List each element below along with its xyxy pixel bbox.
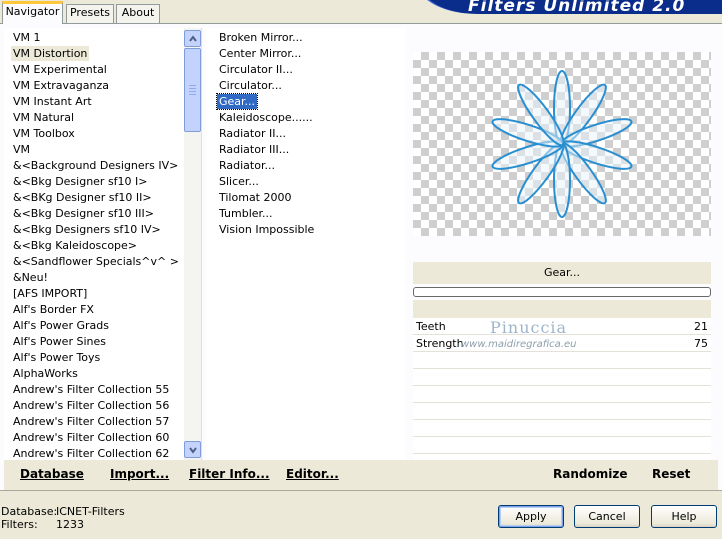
randomize-button[interactable]: Randomize (553, 467, 627, 481)
category-scrollbar[interactable] (184, 28, 201, 460)
category-item[interactable]: AlphaWorks (11, 366, 80, 381)
filter-item[interactable]: Radiator II... (217, 126, 288, 141)
category-item[interactable]: VM Experimental (11, 62, 109, 77)
param-value: 21 (694, 320, 708, 333)
filter-info-label: Filter Info... (189, 467, 270, 481)
filters-count-value: 1233 (56, 518, 84, 531)
import-label: Import... (110, 467, 170, 481)
category-item[interactable]: Alf's Border FX (11, 302, 96, 317)
param-row-empty (413, 352, 711, 369)
help-button[interactable]: Help (651, 505, 717, 528)
filter-item[interactable]: Center Mirror... (217, 46, 303, 61)
category-item[interactable]: &<Bkg Designer sf10 III> (11, 206, 156, 221)
current-filter-name: Gear... (413, 262, 711, 284)
watermark-name: Pinuccia (490, 318, 568, 337)
watermark-url: www.maidiregrafica.eu (461, 339, 577, 350)
category-item[interactable]: &<Bkg Designer sf10 I> (11, 174, 150, 189)
param-name: Teeth (416, 320, 446, 333)
filter-item[interactable]: Radiator... (217, 158, 277, 173)
filters-count-label: Filters: (1, 518, 38, 531)
scroll-down-button[interactable] (184, 441, 201, 458)
category-item[interactable]: Andrew's Filter Collection 57 (11, 414, 171, 429)
filter-info-button[interactable]: Filter Info... (189, 467, 270, 481)
scroll-thumb[interactable] (184, 48, 201, 132)
thumb-grip (189, 91, 196, 92)
filter-item[interactable]: Broken Mirror... (217, 30, 305, 45)
category-item[interactable]: [AFS IMPORT] (11, 286, 89, 301)
category-item[interactable]: VM Instant Art (11, 94, 94, 109)
category-item[interactable]: VM Distortion (11, 46, 90, 61)
filter-list[interactable]: Broken Mirror... Center Mirror... Circulat… (206, 28, 406, 460)
param-row-empty (413, 386, 711, 403)
database-status-value: ICNET-Filters (56, 505, 125, 518)
gear-flower-graphic (491, 70, 633, 218)
chevron-down-icon (189, 447, 197, 454)
category-item[interactable]: Andrew's Filter Collection 60 (11, 430, 171, 445)
thumb-grip (189, 88, 196, 89)
database-label: Database (20, 467, 84, 481)
filter-item[interactable]: Circulator... (217, 78, 284, 93)
filter-item[interactable]: Gear... (215, 93, 259, 110)
filter-item[interactable]: Slicer... (217, 174, 261, 189)
preview-image (413, 52, 711, 236)
app-title: Filters Unlimited 2.0 (468, 0, 686, 16)
thumb-grip (189, 94, 196, 95)
category-list[interactable]: VM 1 VM Distortion VM Experimental VM Extra… (4, 28, 202, 460)
category-item[interactable]: Alf's Power Toys (11, 350, 102, 365)
tab-navigator[interactable]: Navigator (2, 1, 63, 24)
category-item[interactable]: Alf's Power Sines (11, 334, 108, 349)
param-row-empty (413, 437, 711, 454)
apply-button[interactable]: Apply (498, 505, 564, 528)
category-item[interactable]: &Neu! (11, 270, 50, 285)
chevron-up-icon (189, 35, 197, 42)
category-item[interactable]: &<BKg Designer sf10 II> (11, 190, 154, 205)
filter-item[interactable]: Radiator III... (217, 142, 291, 157)
category-item[interactable]: VM Toolbox (11, 126, 77, 141)
database-status-label: Database: (1, 505, 58, 518)
param-row-empty (413, 369, 711, 386)
database-button[interactable]: Database (20, 467, 84, 481)
category-item[interactable]: VM 1 (11, 30, 43, 45)
category-item[interactable]: &<Background Designers IV> (11, 158, 180, 173)
scroll-up-button[interactable] (184, 30, 201, 47)
category-item[interactable]: &<Bkg Designers sf10 IV> (11, 222, 163, 237)
filter-item[interactable]: Kaleidoscope...... (217, 110, 315, 125)
param-value: 75 (694, 337, 708, 350)
category-item[interactable]: VM (11, 142, 32, 157)
category-item[interactable]: &<Bkg Kaleidoscope> (11, 238, 139, 253)
param-row-empty (413, 403, 711, 420)
filter-item[interactable]: Vision Impossible (217, 222, 316, 237)
thumb-grip (189, 85, 196, 86)
category-item[interactable]: VM Natural (11, 110, 76, 125)
category-item[interactable]: Andrew's Filter Collection 56 (11, 398, 171, 413)
filter-item[interactable]: Tilomat 2000 (217, 190, 293, 205)
category-item[interactable]: Andrew's Filter Collection 62 (11, 446, 171, 460)
category-item[interactable]: &<Sandflower Specials^v^ > (11, 254, 181, 269)
cancel-button[interactable]: Cancel (574, 505, 640, 528)
editor-button[interactable]: Editor... (286, 467, 339, 481)
category-item[interactable]: VM Extravaganza (11, 78, 111, 93)
param-row-empty (413, 420, 711, 437)
param-name: Strength (416, 337, 464, 350)
filter-item[interactable]: Tumbler... (217, 206, 275, 221)
category-item[interactable]: Alf's Power Grads (11, 318, 111, 333)
filter-item[interactable]: Circulator II... (217, 62, 295, 77)
tab-bar: Navigator Presets About (0, 0, 400, 24)
tab-presets[interactable]: Presets (66, 4, 114, 23)
import-button[interactable]: Import... (110, 467, 169, 481)
reset-button[interactable]: Reset (652, 467, 690, 481)
param-header (413, 300, 711, 318)
tab-about[interactable]: About (116, 4, 160, 23)
editor-label: Editor... (286, 467, 339, 481)
progress-bar (413, 287, 711, 297)
category-item[interactable]: Andrew's Filter Collection 55 (11, 382, 171, 397)
